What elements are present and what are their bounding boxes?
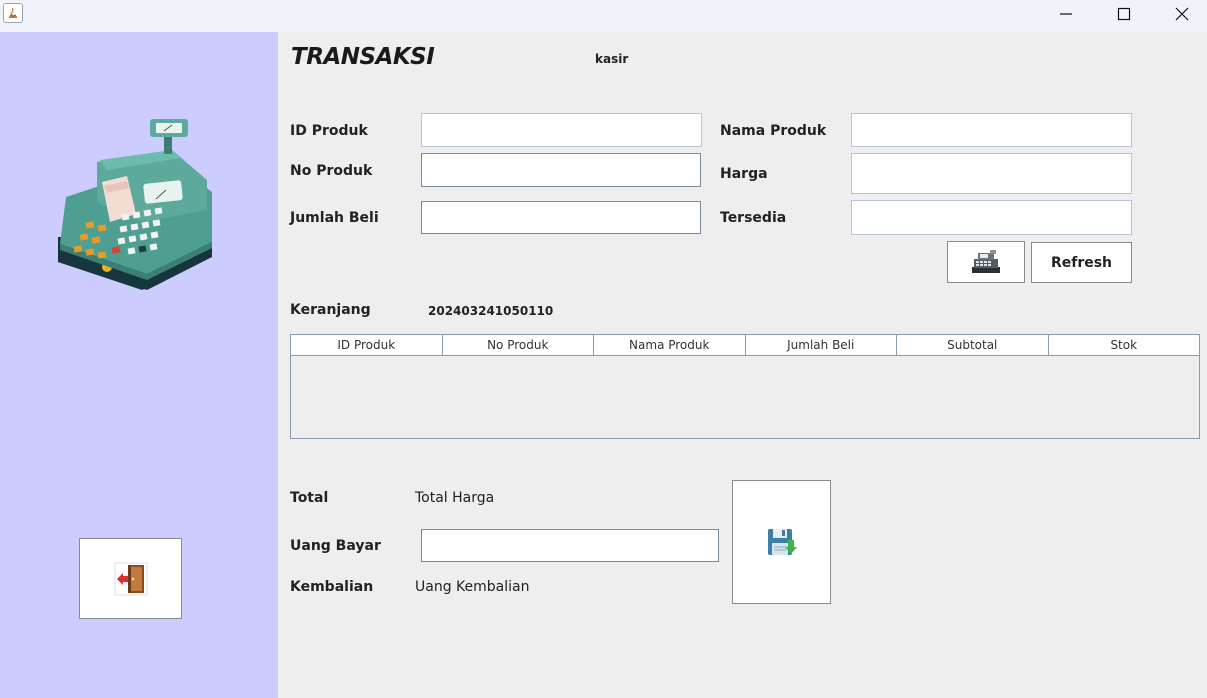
refresh-button[interactable]: Refresh <box>1031 242 1132 283</box>
maximize-icon <box>1117 7 1131 21</box>
user-role-label: kasir <box>595 52 629 66</box>
maximize-button[interactable] <box>1095 0 1153 28</box>
kembalian-label: Kembalian <box>290 579 374 595</box>
save-transaction-button[interactable] <box>732 480 831 604</box>
total-label: Total <box>290 490 329 506</box>
total-value: Total Harga <box>415 490 495 506</box>
minimize-icon <box>1060 13 1072 15</box>
nama-produk-label: Nama Produk <box>720 123 827 139</box>
column-header[interactable]: Subtotal <box>897 335 1049 355</box>
close-icon <box>1175 7 1189 21</box>
page-title: TRANSAKSI <box>291 44 435 70</box>
java-app-icon <box>3 3 23 23</box>
cash-register-illustration <box>58 119 212 290</box>
id-produk-label: ID Produk <box>290 123 368 139</box>
exit-door-icon <box>114 562 147 595</box>
close-button[interactable] <box>1153 0 1207 28</box>
save-icon <box>767 529 797 555</box>
minimize-button[interactable] <box>1037 0 1095 28</box>
harga-input[interactable] <box>851 153 1132 194</box>
no-produk-input[interactable] <box>421 153 701 187</box>
harga-label: Harga <box>720 166 768 182</box>
exit-button[interactable] <box>79 538 182 619</box>
no-produk-label: No Produk <box>290 163 373 179</box>
jumlah-beli-label: Jumlah Beli <box>290 210 379 226</box>
tersedia-input[interactable] <box>851 200 1132 235</box>
kembalian-value: Uang Kembalian <box>415 579 530 595</box>
uang-bayar-input[interactable] <box>421 529 719 562</box>
id-produk-input[interactable] <box>421 113 702 147</box>
column-header[interactable]: Nama Produk <box>594 335 746 355</box>
window-titlebar <box>0 0 1207 32</box>
transaction-id: 202403241050110 <box>428 304 554 318</box>
cash-register-icon <box>972 250 1000 273</box>
sidebar <box>0 32 278 698</box>
keranjang-label: Keranjang <box>290 302 371 318</box>
cart-table-header: ID Produk No Produk Nama Produk Jumlah B… <box>291 335 1199 356</box>
cart-table[interactable]: ID Produk No Produk Nama Produk Jumlah B… <box>290 334 1200 439</box>
column-header[interactable]: No Produk <box>443 335 594 355</box>
column-header[interactable]: Jumlah Beli <box>746 335 897 355</box>
add-to-cart-button[interactable] <box>947 241 1025 283</box>
tersedia-label: Tersedia <box>720 210 787 226</box>
uang-bayar-label: Uang Bayar <box>290 538 381 554</box>
nama-produk-input[interactable] <box>851 113 1132 147</box>
column-header[interactable]: ID Produk <box>291 335 443 355</box>
jumlah-beli-input[interactable] <box>421 201 701 234</box>
column-header[interactable]: Stok <box>1049 335 1200 355</box>
